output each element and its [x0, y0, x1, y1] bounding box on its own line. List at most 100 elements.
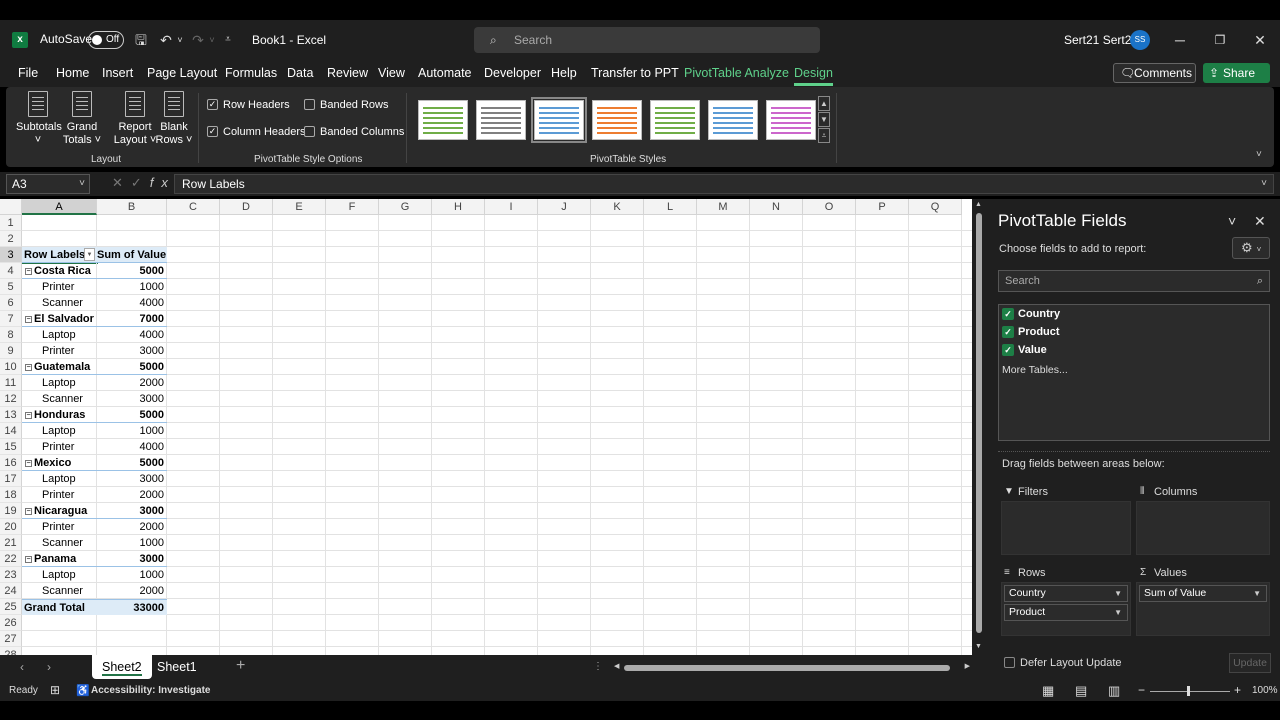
fx-icon[interactable]: fx — [150, 175, 176, 190]
style-swatch-gray[interactable] — [476, 100, 526, 140]
rows-field-country[interactable]: Country ▼ — [1004, 585, 1128, 602]
row-header-21[interactable]: 21 — [0, 535, 22, 551]
accessibility-status[interactable]: Accessibility: Investigate — [91, 685, 211, 696]
cancel-icon[interactable]: ✕ — [112, 175, 131, 190]
zoom-in-icon[interactable]: + — [1234, 683, 1241, 697]
row-header-6[interactable]: 6 — [0, 295, 22, 311]
pivot-item-row[interactable]: Scanner — [22, 391, 97, 407]
scroll-up-icon[interactable]: ▲ — [975, 201, 982, 208]
normal-view-icon[interactable]: ▦ — [1042, 683, 1054, 699]
customize-toolbar-icon[interactable]: ⩡ — [218, 30, 238, 50]
menu-developer[interactable]: Developer — [484, 66, 541, 80]
style-swatch-orange[interactable] — [592, 100, 642, 140]
minimize-icon[interactable]: ─ — [1170, 30, 1190, 50]
pivot-group-value[interactable]: 3000 — [97, 503, 167, 519]
page-break-view-icon[interactable]: ▥ — [1108, 683, 1120, 699]
collapse-icon[interactable]: − — [25, 460, 32, 467]
column-header-J[interactable]: J — [538, 199, 591, 215]
row-header-1[interactable]: 1 — [0, 215, 22, 231]
row-header-5[interactable]: 5 — [0, 279, 22, 295]
field-country[interactable]: ✓ Country — [1002, 307, 1060, 321]
pivot-item-row[interactable]: Printer — [22, 439, 97, 455]
pivot-group-value[interactable]: 5000 — [97, 359, 167, 375]
pivot-item-row[interactable]: Scanner — [22, 583, 97, 599]
undo-dropdown-icon[interactable]: ˅ — [170, 30, 190, 50]
pivot-item-value[interactable]: 1000 — [97, 567, 167, 583]
pane-close-icon[interactable]: ✕ — [1254, 213, 1266, 230]
restore-icon[interactable]: ❐ — [1210, 30, 1230, 50]
accessibility-icon[interactable]: ♿ — [76, 684, 90, 697]
prev-sheet-icon[interactable]: ‹ — [20, 660, 24, 674]
row-header-7[interactable]: 7 — [0, 311, 22, 327]
pivot-item-value[interactable]: 2000 — [97, 487, 167, 503]
pivot-item-value[interactable]: 3000 — [97, 343, 167, 359]
add-sheet-icon[interactable]: + — [236, 657, 245, 675]
style-swatch-blue-selected[interactable] — [531, 97, 587, 143]
row-header-17[interactable]: 17 — [0, 471, 22, 487]
pivot-group-row[interactable]: − Mexico — [22, 455, 97, 471]
column-header-F[interactable]: F — [326, 199, 379, 215]
column-header-O[interactable]: O — [803, 199, 856, 215]
page-layout-view-icon[interactable]: ▤ — [1075, 683, 1087, 699]
menu-home[interactable]: Home — [56, 66, 89, 80]
pivot-group-value[interactable]: 5000 — [97, 263, 167, 279]
pivot-group-value[interactable]: 5000 — [97, 455, 167, 471]
pivot-item-row[interactable]: Laptop — [22, 327, 97, 343]
zoom-slider-thumb[interactable] — [1187, 686, 1190, 696]
rows-drop-area[interactable]: Country ▼ Product ▼ — [1001, 582, 1131, 636]
grand-totals-button[interactable]: Grand Totals ˅ — [62, 91, 102, 147]
column-header-M[interactable]: M — [697, 199, 750, 215]
pane-options-icon[interactable]: ˅ — [1228, 213, 1236, 229]
row-header-19[interactable]: 19 — [0, 503, 22, 519]
formula-input[interactable]: Row Labels ˅ — [174, 174, 1274, 194]
pivot-item-value[interactable]: 3000 — [97, 471, 167, 487]
menu-insert[interactable]: Insert — [102, 66, 133, 80]
column-header-E[interactable]: E — [273, 199, 326, 215]
pivot-group-row[interactable]: − Nicaragua — [22, 503, 97, 519]
save-icon[interactable]: 🖫 — [131, 30, 151, 50]
row-header-25[interactable]: 25 — [0, 599, 22, 615]
menu-transfer-to-ppt[interactable]: Transfer to PPT — [591, 66, 679, 80]
menu-view[interactable]: View — [378, 66, 405, 80]
gallery-down-icon[interactable]: ▼ — [818, 112, 830, 127]
gallery-more-icon[interactable]: ⩡ — [818, 128, 830, 143]
subtotals-button[interactable]: Subtotals ˅ — [16, 91, 62, 147]
menu-review[interactable]: Review — [327, 66, 368, 80]
update-button[interactable]: Update — [1229, 653, 1271, 673]
collapse-icon[interactable]: − — [25, 556, 32, 563]
horizontal-scrollbar[interactable]: ◀ ▶ — [612, 662, 972, 674]
row-header-3[interactable]: 3 — [0, 247, 22, 263]
collapse-icon[interactable]: − — [25, 508, 32, 515]
pivot-item-row[interactable]: Printer — [22, 343, 97, 359]
name-box[interactable]: A3 ˅ — [6, 174, 90, 194]
pivot-item-value[interactable]: 1000 — [97, 423, 167, 439]
pivot-group-row[interactable]: − Panama — [22, 551, 97, 567]
grand-total-label[interactable]: Grand Total — [22, 599, 97, 615]
pivot-item-value[interactable]: 4000 — [97, 295, 167, 311]
row-header-12[interactable]: 12 — [0, 391, 22, 407]
pivot-group-value[interactable]: 3000 — [97, 551, 167, 567]
menu-help[interactable]: Help — [551, 66, 577, 80]
row-header-28[interactable]: 28 — [0, 647, 22, 655]
field-search-input[interactable]: Search ⌕ — [998, 270, 1270, 292]
style-swatch-purple[interactable] — [766, 100, 816, 140]
expand-formula-icon[interactable]: ˅ — [1261, 175, 1267, 193]
pivot-item-row[interactable]: Laptop — [22, 567, 97, 583]
row-header-4[interactable]: 4 — [0, 263, 22, 279]
defer-layout-checkbox[interactable]: Defer Layout Update — [1004, 657, 1122, 669]
row-header-10[interactable]: 10 — [0, 359, 22, 375]
macro-record-icon[interactable]: ⊞ — [50, 683, 60, 697]
enter-icon[interactable]: ✓ — [131, 175, 150, 190]
filters-drop-area[interactable] — [1001, 501, 1131, 555]
scroll-right-icon[interactable]: ▶ — [965, 662, 970, 670]
field-value[interactable]: ✓ Value — [1002, 343, 1047, 357]
menu-page-layout[interactable]: Page Layout — [147, 66, 217, 80]
menu-data[interactable]: Data — [287, 66, 313, 80]
row-header-9[interactable]: 9 — [0, 343, 22, 359]
collapse-icon[interactable]: − — [25, 268, 32, 275]
pivot-item-row[interactable]: Printer — [22, 279, 97, 295]
menu-pivottable-analyze[interactable]: PivotTable Analyze — [684, 66, 789, 80]
column-header-C[interactable]: C — [167, 199, 220, 215]
columns-drop-area[interactable] — [1136, 501, 1270, 555]
menu-design[interactable]: Design — [794, 66, 833, 86]
